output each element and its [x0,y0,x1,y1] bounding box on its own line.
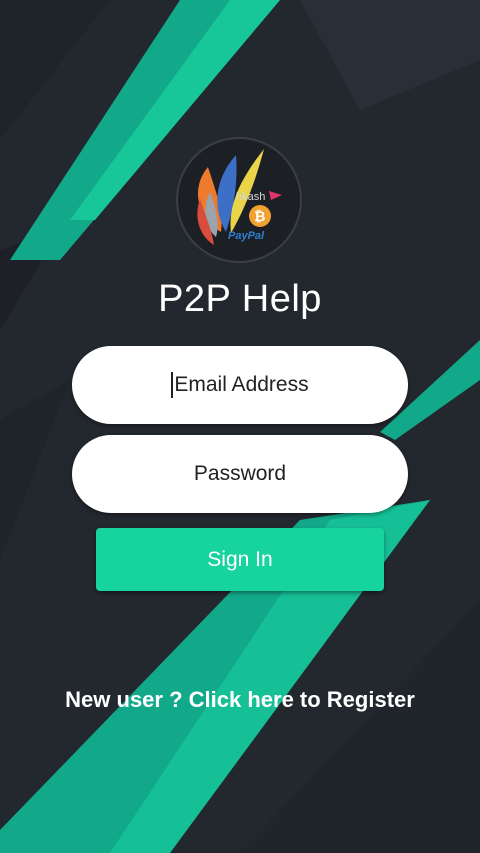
svg-text:PayPal: PayPal [228,230,265,242]
svg-text:hkash: hkash [236,191,265,203]
app-logo: hkash ₿ PayPal [176,137,302,263]
register-link[interactable]: New user ? Click here to Register [0,687,480,713]
email-placeholder: Email Address [174,373,309,396]
password-placeholder: Password [193,462,287,485]
text-cursor [171,372,174,398]
page-title: P2P Help [158,278,322,320]
sign-in-button[interactable]: Sign In [96,528,384,591]
background-graphic [0,0,480,853]
password-field[interactable]: Password [72,435,408,513]
email-field[interactable]: Email Address [72,346,408,424]
svg-text:₿: ₿ [254,209,265,225]
